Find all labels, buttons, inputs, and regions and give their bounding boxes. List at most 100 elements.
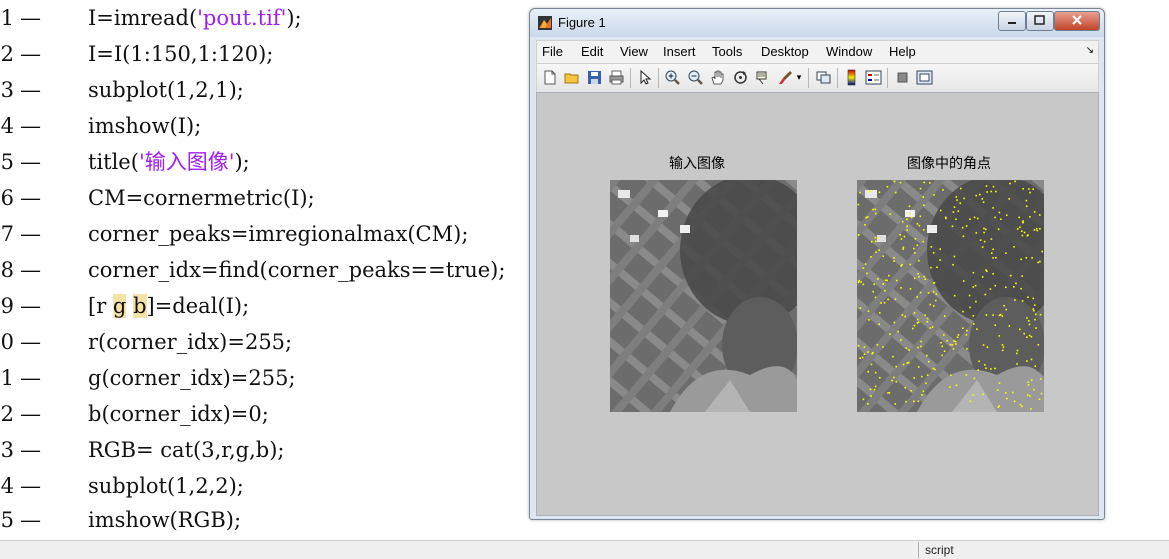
corner-point (861, 356, 864, 359)
corner-point (887, 392, 889, 394)
link-plot-icon[interactable] (815, 69, 832, 86)
corner-point (862, 398, 865, 401)
corner-point (857, 234, 860, 236)
brush-icon[interactable] (777, 69, 794, 86)
corner-point (1022, 188, 1024, 190)
legend-icon[interactable] (865, 69, 882, 86)
corner-point (879, 312, 881, 314)
corner-point (989, 288, 992, 290)
data-cursor-icon[interactable] (754, 69, 771, 86)
corner-point (973, 323, 975, 325)
corner-point (880, 302, 882, 304)
corner-point (913, 377, 915, 379)
maximize-button[interactable] (1026, 11, 1054, 31)
figure-canvas[interactable]: 输入图像 图像中的角点 (536, 92, 1099, 516)
menu-edit[interactable]: Edit (581, 44, 603, 59)
minimize-button[interactable] (998, 11, 1026, 31)
corner-point (1015, 282, 1017, 285)
corner-point (917, 400, 920, 402)
corner-point (972, 394, 975, 396)
pout-grayscale-image (610, 180, 797, 412)
open-file-icon[interactable] (563, 69, 580, 86)
corner-point (999, 313, 1002, 316)
code-text: subplot(1,2,2); (88, 474, 244, 498)
figure-window[interactable]: Figure 1 File Edit View Insert Tools Des… (529, 8, 1105, 520)
status-mode: script (918, 542, 1169, 558)
corner-point (949, 386, 951, 388)
menu-view[interactable]: View (620, 44, 648, 59)
breakpoint-dash[interactable]: — (20, 468, 41, 504)
corner-point (874, 212, 877, 215)
corner-point (875, 251, 877, 253)
corner-point (882, 283, 884, 285)
colorbar-icon[interactable] (843, 69, 860, 86)
line-number: 5 (0, 150, 14, 174)
corner-point (860, 281, 862, 283)
show-plot-tools-icon[interactable] (916, 69, 933, 86)
corner-image[interactable] (857, 180, 1044, 412)
corner-point (997, 389, 999, 391)
corner-point (903, 235, 906, 238)
code-text: CM=cornermetric(I); (88, 186, 315, 210)
breakpoint-dash[interactable]: — (20, 180, 41, 216)
menu-file[interactable]: File (542, 44, 563, 59)
breakpoint-dash[interactable]: — (20, 108, 41, 144)
breakpoint-dash[interactable]: — (20, 252, 41, 288)
menu-desktop[interactable]: Desktop (761, 44, 809, 59)
hide-plot-tools-icon[interactable] (894, 69, 911, 86)
corner-point (992, 185, 995, 188)
corner-point (992, 207, 994, 209)
print-icon[interactable] (608, 69, 625, 86)
corner-point (1005, 391, 1007, 394)
breakpoint-dash[interactable]: — (20, 432, 41, 468)
corner-point (1008, 198, 1010, 200)
breakpoint-dash[interactable]: — (20, 288, 41, 324)
corner-point (1033, 309, 1035, 312)
close-button[interactable] (1054, 11, 1100, 31)
line-number: 2 (0, 42, 14, 66)
pan-hand-icon[interactable] (709, 69, 726, 86)
new-figure-icon[interactable] (541, 69, 558, 86)
corner-point (983, 231, 985, 234)
corner-point (884, 289, 886, 292)
corner-point (876, 344, 879, 346)
corner-point (1031, 257, 1033, 259)
edit-plot-arrow-icon[interactable] (636, 69, 653, 86)
corner-point (883, 301, 886, 304)
corner-point (1027, 234, 1029, 236)
zoom-out-icon[interactable] (687, 69, 704, 86)
breakpoint-dash[interactable]: — (20, 396, 41, 432)
brush-dropdown-icon[interactable]: ▾ (794, 69, 804, 86)
figure-titlebar[interactable]: Figure 1 (530, 9, 1104, 37)
save-icon[interactable] (586, 69, 603, 86)
corner-point (900, 287, 902, 289)
corner-point (882, 346, 884, 348)
corner-point (924, 278, 927, 280)
menu-window[interactable]: Window (826, 44, 872, 59)
breakpoint-dash[interactable]: — (20, 502, 41, 538)
menu-tools[interactable]: Tools (712, 44, 742, 59)
breakpoint-dash[interactable]: — (20, 360, 41, 396)
corner-point (1023, 332, 1025, 335)
breakpoint-dash[interactable]: — (20, 144, 41, 180)
code-text: b(corner_idx)=0; (88, 402, 269, 426)
input-image[interactable] (610, 180, 797, 412)
corner-point (972, 286, 975, 288)
menu-insert[interactable]: Insert (663, 44, 696, 59)
breakpoint-dash[interactable]: — (20, 216, 41, 252)
rotate-3d-icon[interactable] (732, 69, 749, 86)
breakpoint-dash[interactable]: — (20, 324, 41, 360)
corner-point (875, 240, 877, 243)
corner-point (990, 190, 993, 193)
corner-point (973, 377, 976, 380)
corner-point (874, 385, 877, 388)
code-text: imshow(RGB); (88, 508, 242, 532)
corner-point (870, 395, 872, 397)
menubar-overflow-icon[interactable]: ↘ (1086, 45, 1094, 56)
breakpoint-dash[interactable]: — (20, 72, 41, 108)
breakpoint-dash[interactable]: — (20, 36, 41, 72)
corner-point (874, 208, 877, 211)
menu-help[interactable]: Help (889, 44, 916, 59)
zoom-in-icon[interactable] (664, 69, 681, 86)
breakpoint-dash[interactable]: — (20, 0, 41, 36)
